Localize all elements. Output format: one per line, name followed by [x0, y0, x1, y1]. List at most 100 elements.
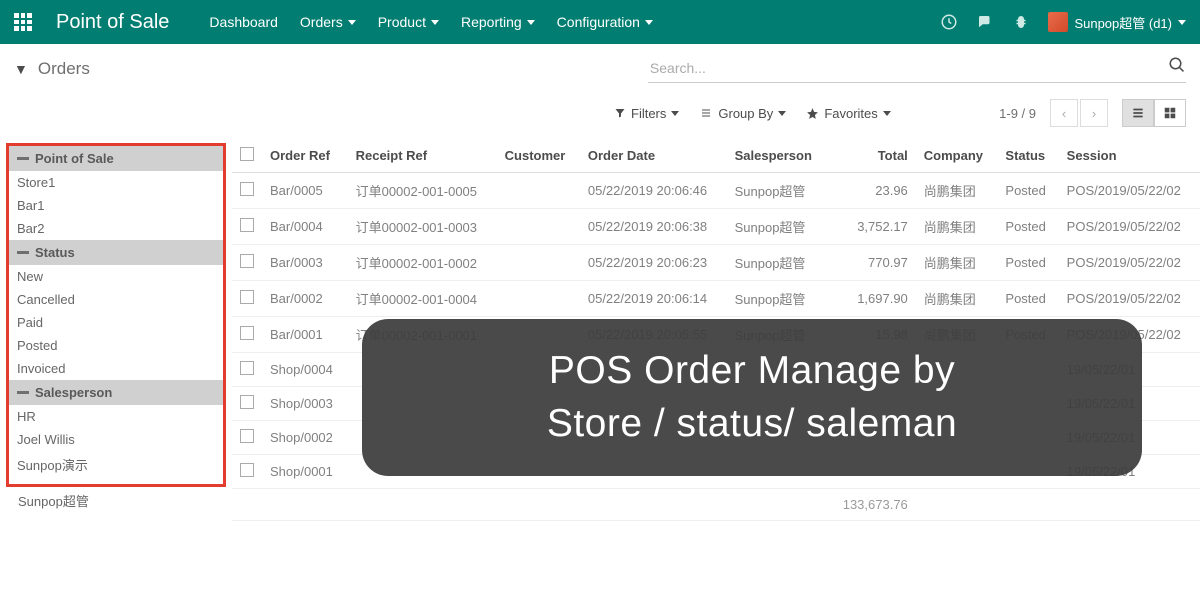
list-icon [699, 107, 713, 119]
cell-total: 770.97 [828, 245, 916, 281]
row-checkbox[interactable] [240, 463, 254, 477]
row-checkbox[interactable] [240, 182, 254, 196]
cell-order-ref: Bar/0001 [262, 317, 348, 353]
cell-salesperson: Sunpop超管 [727, 245, 828, 281]
table-row[interactable]: Bar/0002订单00002-001-000405/22/2019 20:06… [232, 281, 1200, 317]
main-table-area: Order Ref Receipt Ref Customer Order Dat… [232, 139, 1200, 609]
pager-prev[interactable]: ‹ [1050, 99, 1078, 127]
facet-item[interactable]: Cancelled [9, 288, 223, 311]
menu-label: Reporting [461, 14, 522, 30]
bug-icon[interactable] [1012, 13, 1030, 31]
list-icon [1130, 106, 1146, 120]
facet-item[interactable]: Store1 [9, 171, 223, 194]
grand-total: 133,673.76 [828, 489, 916, 521]
menu-reporting[interactable]: Reporting [461, 14, 535, 30]
pager-next[interactable]: › [1080, 99, 1108, 127]
col-customer[interactable]: Customer [497, 139, 580, 173]
menu-dashboard[interactable]: Dashboard [209, 14, 278, 30]
row-checkbox[interactable] [240, 254, 254, 268]
cell-customer [497, 209, 580, 245]
page-title: Orders [38, 59, 90, 79]
facet-item[interactable]: Invoiced [9, 357, 223, 380]
list-view-button[interactable] [1122, 99, 1154, 127]
row-checkbox[interactable] [240, 395, 254, 409]
user-menu[interactable]: Sunpop超管 (d1) [1048, 12, 1186, 32]
cell-session: POS/2019/05/22/02 [1059, 281, 1200, 317]
cell-receipt-ref: 订单00002-001-0002 [348, 245, 497, 281]
col-order-date[interactable]: Order Date [580, 139, 727, 173]
facet-item[interactable]: Sunpop演示 [9, 451, 223, 478]
caret-down-icon [527, 20, 535, 25]
cell-company: 尚鹏集团 [916, 173, 998, 209]
facet-header[interactable]: Status [9, 240, 223, 265]
pager-text: 1-9 / 9 [999, 106, 1036, 121]
menu-product[interactable]: Product [378, 14, 439, 30]
menu-label: Dashboard [209, 14, 278, 30]
table-row[interactable]: Bar/0004订单00002-001-000305/22/2019 20:06… [232, 209, 1200, 245]
table-row[interactable]: Bar/0003订单00002-001-0002 05/22/2019 20:06… [232, 245, 1200, 281]
filter-icon [614, 107, 626, 119]
cell-session: POS/2019/05/22/02 [1059, 173, 1200, 209]
cell-salesperson: Sunpop超管 [727, 173, 828, 209]
facet-header[interactable]: Point of Sale [9, 146, 223, 171]
facet-item[interactable]: Bar1 [9, 194, 223, 217]
cell-order-ref: Bar/0003 [262, 245, 348, 281]
cell-order-ref: Shop/0001 [262, 455, 348, 489]
menu-orders[interactable]: Orders [300, 14, 356, 30]
row-checkbox[interactable] [240, 218, 254, 232]
clock-icon[interactable] [940, 13, 958, 31]
chat-icon[interactable] [976, 13, 994, 31]
cell-total: 23.96 [828, 173, 916, 209]
col-session[interactable]: Session [1059, 139, 1200, 173]
col-total[interactable]: Total [828, 139, 916, 173]
chevron-down-icon[interactable]: ▼ [14, 61, 28, 77]
facet-item[interactable]: HR [9, 405, 223, 428]
caret-down-icon [431, 20, 439, 25]
filters-label: Filters [631, 106, 666, 121]
cell-session: POS/2019/05/22/02 [1059, 245, 1200, 281]
facet-item[interactable]: Joel Willis [9, 428, 223, 451]
table-row[interactable]: Bar/0005订单00002-001-000505/22/2019 20:06… [232, 173, 1200, 209]
filters-button[interactable]: Filters [614, 106, 679, 121]
cell-total: 3,752.17 [828, 209, 916, 245]
content: Point of SaleStore1Bar1Bar2StatusNewCanc… [0, 139, 1200, 609]
select-all-checkbox[interactable] [240, 147, 254, 161]
sidebar-extra-item[interactable]: Sunpop超管 [6, 487, 226, 514]
facet-item[interactable]: Bar2 [9, 217, 223, 240]
search-input[interactable] [648, 54, 1186, 83]
menu-label: Product [378, 14, 426, 30]
search-wrap [648, 54, 1186, 83]
search-icon[interactable] [1168, 56, 1186, 74]
kanban-view-button[interactable] [1154, 99, 1186, 127]
favorites-label: Favorites [824, 106, 877, 121]
row-checkbox[interactable] [240, 290, 254, 304]
cell-order-date: 05/22/2019 20:06:14 [580, 281, 727, 317]
overlay-line2: Store / status/ saleman [402, 398, 1102, 451]
facet-item[interactable]: Paid [9, 311, 223, 334]
caret-down-icon [1178, 20, 1186, 25]
col-salesperson[interactable]: Salesperson [727, 139, 828, 173]
apps-icon[interactable] [14, 13, 32, 31]
overlay-line1: POS Order Manage by [402, 345, 1102, 398]
breadcrumb-row: ▼ Orders [0, 44, 1200, 93]
cell-customer [497, 281, 580, 317]
favorites-button[interactable]: Favorites [806, 106, 890, 121]
row-checkbox[interactable] [240, 361, 254, 375]
menu-configuration[interactable]: Configuration [557, 14, 653, 30]
facet-header[interactable]: Salesperson [9, 380, 223, 405]
row-checkbox[interactable] [240, 429, 254, 443]
cell-order-date: 05/22/2019 20:06:23 [580, 245, 727, 281]
col-order-ref[interactable]: Order Ref [262, 139, 348, 173]
col-status[interactable]: Status [997, 139, 1058, 173]
col-receipt-ref[interactable]: Receipt Ref [348, 139, 497, 173]
cell-salesperson: Sunpop超管 [727, 209, 828, 245]
filter-buttons: Filters Group By Favorites [614, 106, 891, 121]
cell-status: Posted [997, 281, 1058, 317]
cell-order-ref: Bar/0004 [262, 209, 348, 245]
facet-item[interactable]: Posted [9, 334, 223, 357]
caret-down-icon [671, 111, 679, 116]
groupby-button[interactable]: Group By [699, 106, 786, 121]
col-company[interactable]: Company [916, 139, 998, 173]
facet-item[interactable]: New [9, 265, 223, 288]
row-checkbox[interactable] [240, 326, 254, 340]
